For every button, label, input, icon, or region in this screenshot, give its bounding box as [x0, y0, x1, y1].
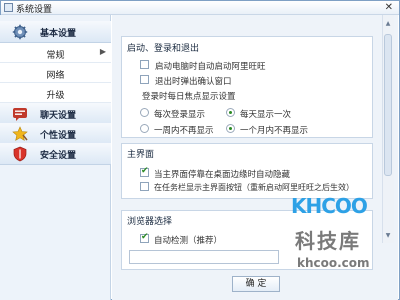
- sidebar-item-general[interactable]: 常规 ▶: [0, 43, 111, 63]
- radio-week-hide[interactable]: [140, 124, 149, 133]
- radio-month-hide-label: 一个月内不再显示: [240, 126, 309, 136]
- gear-icon: [12, 24, 28, 40]
- scrollbar-thumb[interactable]: [384, 34, 392, 176]
- chat-icon: [12, 106, 28, 122]
- sidebar-item-upgrade[interactable]: 升级: [0, 83, 111, 103]
- startup-group-title: 启动、登录和退出: [127, 44, 200, 54]
- sidebar-category-label: 聊天设置: [40, 111, 77, 121]
- taskbar-button-checkbox[interactable]: [140, 182, 149, 191]
- auto-detect-checkbox[interactable]: [140, 232, 149, 243]
- ok-button[interactable]: 确 定: [232, 276, 280, 292]
- sidebar-item-label: 升级: [46, 91, 65, 101]
- sidebar-item-network[interactable]: 网络: [0, 63, 111, 83]
- sidebar-item-label: 常规: [46, 51, 65, 61]
- sidebar-category-personal[interactable]: 个性设置: [0, 123, 111, 145]
- exit-confirm-checkbox[interactable]: [140, 75, 149, 84]
- sidebar-category-security[interactable]: 安全设置: [0, 143, 111, 165]
- autohide-checkbox[interactable]: [140, 166, 149, 177]
- title-bar: 系统设置 ✕: [1, 1, 399, 15]
- radio-every-login[interactable]: [140, 108, 149, 117]
- star-icon: [12, 126, 28, 142]
- mainpanel-group-title: 主界面: [127, 150, 155, 160]
- focus-display-title: 登录时每日焦点显示设置: [142, 92, 236, 102]
- autostart-checkbox[interactable]: [140, 60, 149, 69]
- exit-confirm-label: 退出时弹出确认窗口: [155, 77, 232, 87]
- autostart-label: 启动电脑时自动启动阿里旺旺: [155, 62, 266, 72]
- browser-path-input[interactable]: [129, 250, 279, 264]
- sidebar-category-basic[interactable]: 基本设置: [0, 21, 111, 43]
- sidebar-category-label: 安全设置: [40, 151, 77, 161]
- sidebar-category-label: 基本设置: [40, 29, 77, 39]
- sidebar-item-label: 网络: [46, 71, 65, 81]
- radio-once-daily[interactable]: [226, 108, 235, 117]
- radio-every-login-label: 每次登录显示: [154, 110, 206, 120]
- browser-group-title: 浏览器选择: [127, 217, 173, 227]
- radio-month-hide[interactable]: [226, 124, 235, 133]
- radio-once-daily-label: 每天显示一次: [240, 110, 292, 120]
- watermark-chinese: 科技库: [295, 229, 361, 253]
- sidebar-category-label: 个性设置: [40, 131, 77, 141]
- watermark: KHCOO 科技库 khcoo.com: [285, 190, 395, 298]
- sidebar: 基本设置 常规 ▶ 网络 升级 聊天设置 个性设置 安全设置: [0, 15, 111, 300]
- radio-week-hide-label: 一周内不再显示: [154, 126, 214, 136]
- sidebar-category-chat[interactable]: 聊天设置: [0, 103, 111, 125]
- shield-icon: [12, 146, 28, 162]
- autohide-label: 当主界面停靠在桌面边缘时自动隐藏: [154, 170, 291, 180]
- watermark-url: khcoo.com: [297, 256, 370, 270]
- close-button[interactable]: ✕: [385, 1, 393, 14]
- chevron-right-icon: ▶: [99, 47, 106, 56]
- auto-detect-label: 自动检测（推荐）: [154, 236, 223, 246]
- watermark-logo: KHCOO: [291, 194, 368, 218]
- app-icon: [4, 3, 13, 12]
- window-title: 系统设置: [16, 5, 53, 15]
- scroll-up-icon[interactable]: ▲: [384, 20, 392, 28]
